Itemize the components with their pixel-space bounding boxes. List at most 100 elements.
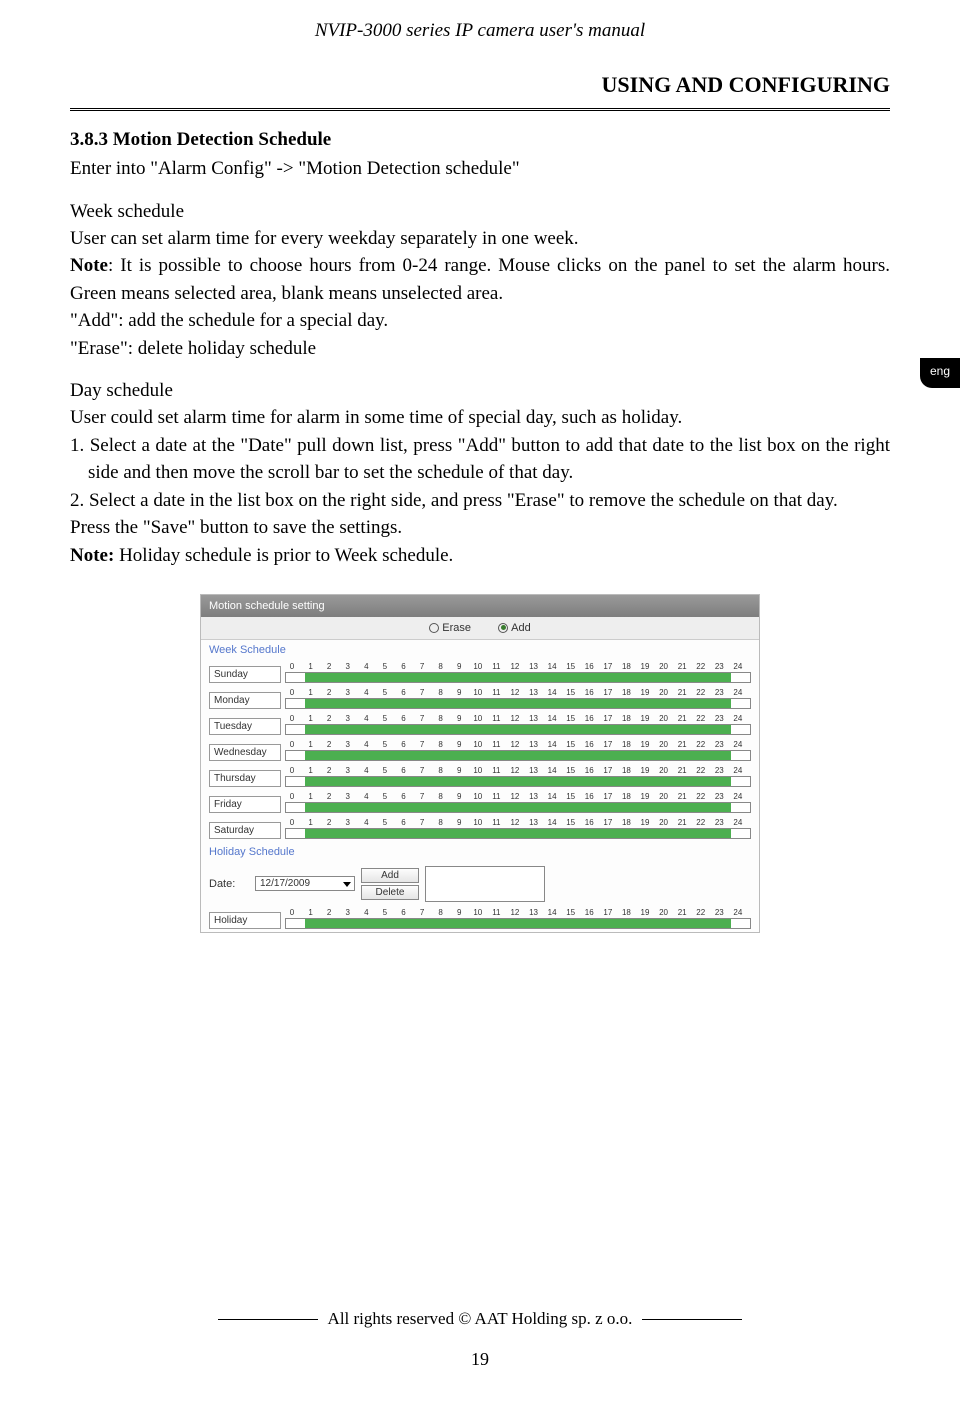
tick-label: 2 [322, 908, 336, 917]
tick-label: 13 [527, 908, 541, 917]
tick-label: 18 [619, 818, 633, 827]
add-radio[interactable]: Add [498, 622, 531, 634]
tick-label: 9 [452, 818, 466, 827]
tick-label: 5 [378, 740, 392, 749]
schedule-bar[interactable] [285, 672, 751, 683]
tick-label: 7 [415, 766, 429, 775]
tick-label: 2 [322, 740, 336, 749]
tick-row: 0123456789101112131415161718192021222324 [285, 908, 751, 917]
tick-label: 5 [378, 792, 392, 801]
tick-label: 3 [341, 908, 355, 917]
tick-label: 24 [731, 688, 745, 697]
schedule-bar[interactable] [285, 776, 751, 787]
schedule-bar[interactable] [285, 918, 751, 929]
tick-label: 11 [489, 908, 503, 917]
tick-label: 21 [675, 908, 689, 917]
tick-label: 9 [452, 662, 466, 671]
tick-label: 5 [378, 662, 392, 671]
day-row: Sunday0123456789101112131415161718192021… [201, 660, 759, 686]
tick-label: 10 [471, 792, 485, 801]
tick-label: 13 [527, 818, 541, 827]
tick-label: 4 [359, 662, 373, 671]
note2-label: Note: [70, 545, 114, 566]
schedule-bar[interactable] [285, 750, 751, 761]
tick-label: 15 [564, 766, 578, 775]
tick-label: 11 [489, 740, 503, 749]
tick-label: 4 [359, 908, 373, 917]
tick-label: 11 [489, 766, 503, 775]
tick-label: 12 [508, 688, 522, 697]
tick-label: 22 [694, 908, 708, 917]
tick-label: 4 [359, 766, 373, 775]
tick-label: 9 [452, 792, 466, 801]
tick-label: 7 [415, 662, 429, 671]
tick-label: 18 [619, 714, 633, 723]
tick-label: 1 [304, 908, 318, 917]
tick-label: 19 [638, 740, 652, 749]
tick-label: 18 [619, 766, 633, 775]
language-tab: eng [920, 358, 960, 388]
tick-label: 23 [712, 662, 726, 671]
day-name-label: Monday [209, 692, 281, 709]
tick-label: 12 [508, 818, 522, 827]
day-row: Thursday01234567891011121314151617181920… [201, 764, 759, 790]
tick-label: 8 [434, 792, 448, 801]
tick-label: 7 [415, 688, 429, 697]
tick-label: 3 [341, 818, 355, 827]
tick-label: 23 [712, 818, 726, 827]
erase-radio[interactable]: Erase [429, 622, 471, 634]
tick-row: 0123456789101112131415161718192021222324 [285, 792, 751, 801]
date-dropdown[interactable]: 12/17/2009 [255, 876, 355, 891]
manual-title: NVIP-3000 series IP camera user's manual [70, 20, 890, 42]
note-label: Note [70, 255, 108, 276]
tick-label: 10 [471, 714, 485, 723]
intro-line: Enter into "Alarm Config" -> "Motion Det… [70, 155, 890, 183]
tick-label: 8 [434, 714, 448, 723]
tick-label: 18 [619, 908, 633, 917]
tick-label: 19 [638, 688, 652, 697]
tick-label: 7 [415, 740, 429, 749]
tick-label: 12 [508, 766, 522, 775]
delete-button[interactable]: Delete [361, 885, 419, 900]
tick-label: 4 [359, 818, 373, 827]
schedule-bar[interactable] [285, 802, 751, 813]
selected-range [305, 803, 732, 812]
tick-label: 23 [712, 766, 726, 775]
tick-label: 6 [396, 740, 410, 749]
footer: All rights reserved © AAT Holding sp. z … [0, 1309, 960, 1370]
schedule-bar[interactable] [285, 698, 751, 709]
tick-label: 16 [582, 714, 596, 723]
tick-label: 24 [731, 714, 745, 723]
tick-label: 1 [304, 714, 318, 723]
tick-label: 24 [731, 818, 745, 827]
holiday-listbox[interactable] [425, 866, 545, 902]
tick-label: 13 [527, 766, 541, 775]
tick-label: 21 [675, 688, 689, 697]
tick-label: 10 [471, 662, 485, 671]
day-row: Wednesday0123456789101112131415161718192… [201, 738, 759, 764]
tick-label: 14 [545, 908, 559, 917]
date-label: Date: [209, 878, 249, 890]
tick-label: 24 [731, 792, 745, 801]
schedule-bar[interactable] [285, 828, 751, 839]
tick-label: 12 [508, 662, 522, 671]
week-p2: : It is possible to choose hours from 0-… [70, 255, 890, 304]
tick-label: 16 [582, 740, 596, 749]
day-row: Tuesday012345678910111213141516171819202… [201, 712, 759, 738]
schedule-bar[interactable] [285, 724, 751, 735]
add-button[interactable]: Add [361, 868, 419, 883]
day-name-label: Friday [209, 796, 281, 813]
tick-label: 21 [675, 766, 689, 775]
tick-row: 0123456789101112131415161718192021222324 [285, 766, 751, 775]
tick-label: 23 [712, 714, 726, 723]
tick-label: 21 [675, 818, 689, 827]
tick-label: 0 [285, 792, 299, 801]
tick-label: 9 [452, 766, 466, 775]
tick-label: 3 [341, 714, 355, 723]
tick-label: 11 [489, 662, 503, 671]
tick-label: 7 [415, 792, 429, 801]
tick-label: 15 [564, 714, 578, 723]
tick-label: 21 [675, 740, 689, 749]
tick-label: 17 [601, 688, 615, 697]
tick-label: 1 [304, 740, 318, 749]
